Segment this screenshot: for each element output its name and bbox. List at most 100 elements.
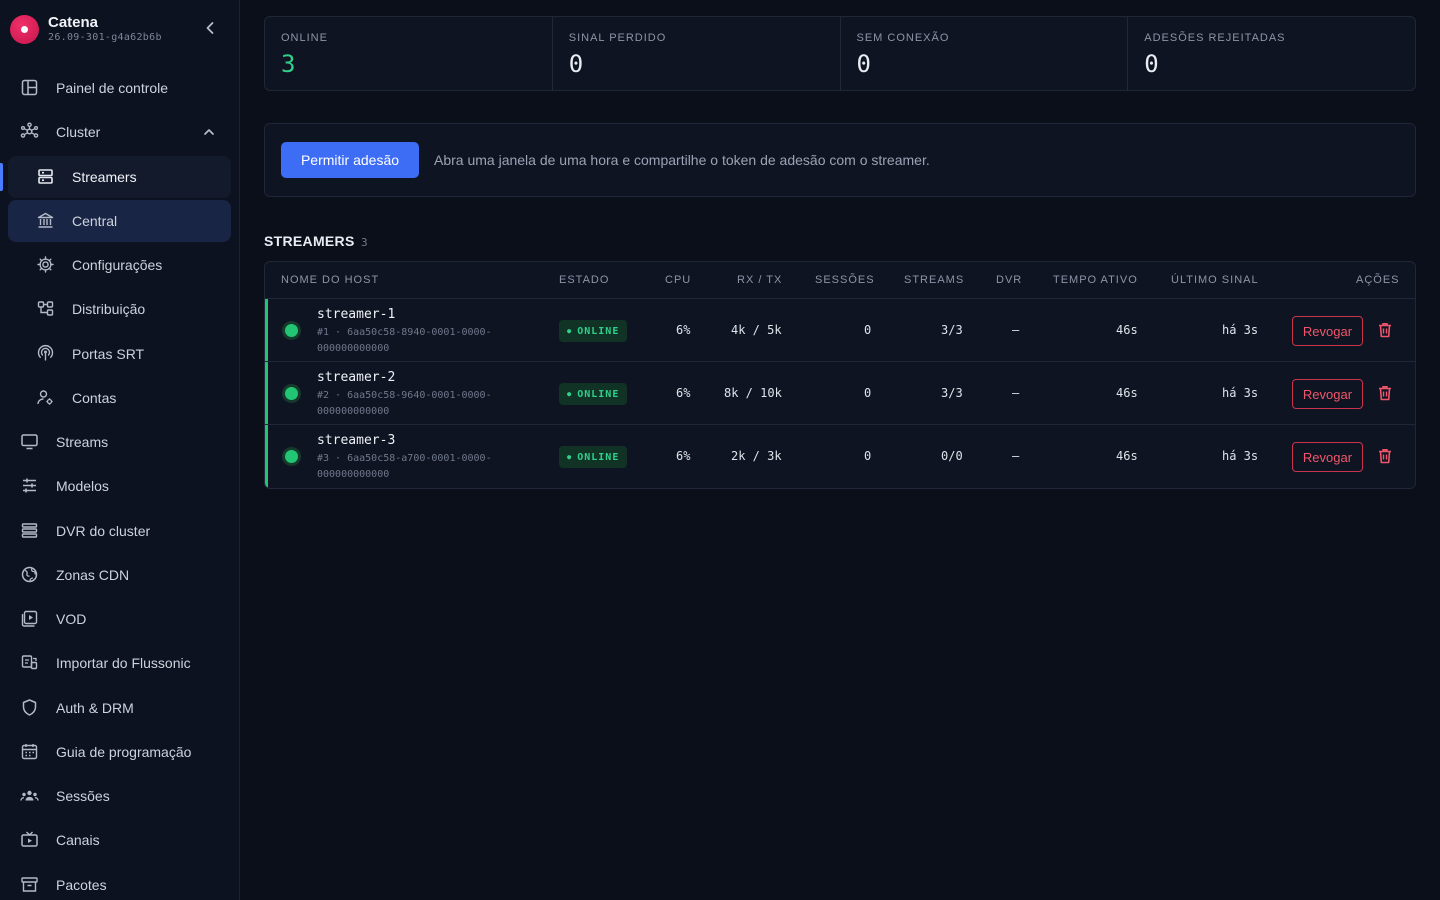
th-last-signal[interactable]: ÚLTIMO SINAL (1171, 274, 1259, 286)
dvr-value: — (1012, 323, 1020, 337)
nav-streamers[interactable]: Streamers (8, 156, 231, 198)
stat-value: 3 (281, 50, 296, 78)
th-streams[interactable]: STREAMS (904, 274, 964, 286)
revoke-button[interactable]: Revogar (1292, 316, 1363, 346)
streams-value: 3/3 (941, 323, 963, 337)
nav-packages-label: Pacotes (56, 877, 107, 893)
host-id-line: 000000000000 (317, 469, 390, 480)
nav-cdn-zones[interactable]: Zonas CDN (8, 554, 231, 596)
stat-label: SEM CONEXÃO (856, 32, 950, 44)
trash-icon[interactable] (1378, 448, 1392, 464)
revoke-button[interactable]: Revogar (1292, 442, 1363, 472)
nav-central[interactable]: Central (8, 200, 231, 242)
nav-srt-ports-label: Portas SRT (72, 346, 145, 362)
nav-vod[interactable]: VOD (8, 598, 231, 640)
host-name: streamer-1 (317, 307, 396, 322)
brand-name: Catena (48, 14, 99, 31)
stat-value: 0 (568, 50, 584, 78)
nav-dashboard-label: Painel de controle (56, 80, 169, 96)
collapse-sidebar-chevron-left-icon[interactable] (200, 18, 220, 38)
nav-dashboard[interactable]: Painel de controle (8, 67, 231, 109)
host-name: streamer-2 (317, 370, 396, 385)
nav-accounts[interactable]: Contas (8, 377, 231, 419)
status-badge: ONLINE (559, 320, 628, 342)
dvr-value: — (1012, 449, 1020, 463)
antenna-icon (36, 344, 55, 363)
nav-flussonic-import-label: Importar do Flussonic (56, 655, 191, 671)
row-status-accent (265, 299, 268, 361)
section-title: STREAMERS (264, 233, 355, 249)
nav-auth-drm[interactable]: Auth & DRM (8, 687, 231, 729)
allow-join-button[interactable]: Permitir adesão (281, 142, 419, 178)
host-id-line: 000000000000 (317, 406, 390, 417)
th-dvr[interactable]: DVR (996, 274, 1022, 286)
host-id-line: #2 · 6aa50c58-9640-0001-0000- (317, 390, 492, 401)
sidebar: Catena 26.09-301-g4a62b6b Painel de cont… (0, 0, 240, 900)
nav-epg[interactable]: Guia de programação (8, 731, 231, 773)
th-cpu[interactable]: CPU (665, 274, 691, 286)
trash-icon[interactable] (1378, 322, 1392, 338)
nav-epg-label: Guia de programação (56, 744, 192, 760)
nav-srt-ports[interactable]: Portas SRT (8, 333, 231, 375)
last-signal-value: há 3s (1222, 386, 1259, 400)
stat-value: 0 (856, 50, 871, 78)
tv-icon (20, 830, 39, 849)
trash-icon[interactable] (1378, 385, 1392, 401)
shield-icon (20, 698, 39, 717)
stat-label: SINAL PERDIDO (568, 32, 667, 44)
revoke-button[interactable]: Revogar (1292, 379, 1363, 409)
nav-channels-label: Canais (56, 832, 100, 848)
th-rxtx[interactable]: RX / TX (737, 274, 782, 286)
bank-icon (36, 211, 55, 230)
stat-no-connection: SEM CONEXÃO 0 (841, 17, 1129, 90)
uptime-value: 46s (1116, 449, 1138, 463)
streams-value: 3/3 (941, 386, 963, 400)
status-dot (285, 324, 298, 337)
brand[interactable]: Catena 26.09-301-g4a62b6b (10, 12, 230, 46)
nav-config[interactable]: Configurações (8, 244, 231, 286)
last-signal-value: há 3s (1222, 449, 1259, 463)
rxtx-value: 8k / 10k (724, 386, 782, 400)
host-id-line: 000000000000 (317, 343, 390, 354)
nav-cdn-zones-label: Zonas CDN (56, 567, 130, 583)
table-row[interactable]: streamer-3 #3 · 6aa50c58-a700-0001-0000-… (265, 425, 1415, 488)
cpu-value: 6% (676, 386, 691, 400)
host-id-line: #1 · 6aa50c58-8940-0001-0000- (317, 327, 492, 338)
nav-streamers-label: Streamers (72, 169, 137, 185)
section-count: 3 (361, 236, 368, 249)
nav-central-label: Central (72, 213, 118, 229)
row-status-accent (265, 425, 268, 488)
nav-sessions[interactable]: Sessões (8, 775, 231, 817)
th-host[interactable]: NOME DO HOST (281, 274, 379, 286)
nav-cluster[interactable]: Cluster (8, 111, 231, 153)
nav-cluster-dvr[interactable]: DVR do cluster (8, 510, 231, 552)
stat-label: ONLINE (281, 32, 328, 44)
import-icon (20, 653, 39, 672)
nav-flussonic-import[interactable]: Importar do Flussonic (8, 642, 231, 684)
uptime-value: 46s (1116, 386, 1138, 400)
nav-channels[interactable]: Canais (8, 819, 231, 861)
nav-templates[interactable]: Modelos (8, 465, 231, 507)
nav-distribution[interactable]: Distribuição (8, 288, 231, 330)
chevron-up-icon[interactable] (201, 124, 217, 140)
host-id: #3 · 6aa50c58-a700-0001-0000- 00000000000… (317, 451, 537, 483)
th-sessions[interactable]: SESSÕES (815, 274, 875, 286)
stat-signal-lost: SINAL PERDIDO 0 (553, 17, 841, 90)
sessions-value: 0 (864, 323, 872, 337)
table-row[interactable]: streamer-1 #1 · 6aa50c58-8940-0001-0000-… (265, 299, 1415, 362)
nav-auth-drm-label: Auth & DRM (56, 700, 134, 716)
table-row[interactable]: streamer-2 #2 · 6aa50c58-9640-0001-0000-… (265, 362, 1415, 425)
row-status-accent (265, 362, 268, 424)
nav-config-label: Configurações (72, 257, 163, 273)
join-description: Abra uma janela de uma hora e compartilh… (434, 152, 930, 168)
th-actions: AÇÕES (1356, 274, 1400, 286)
rxtx-value: 2k / 3k (731, 449, 782, 463)
nav-vod-label: VOD (56, 611, 87, 627)
th-state[interactable]: ESTADO (559, 274, 609, 286)
host-id: #1 · 6aa50c58-8940-0001-0000- 00000000000… (317, 325, 537, 357)
nav-streams[interactable]: Streams (8, 421, 231, 463)
nav-packages[interactable]: Pacotes (8, 864, 231, 900)
sessions-value: 0 (864, 449, 872, 463)
th-uptime[interactable]: TEMPO ATIVO (1053, 274, 1138, 286)
stat-rejected-joins: ADESÕES REJEITADAS 0 (1128, 17, 1415, 90)
